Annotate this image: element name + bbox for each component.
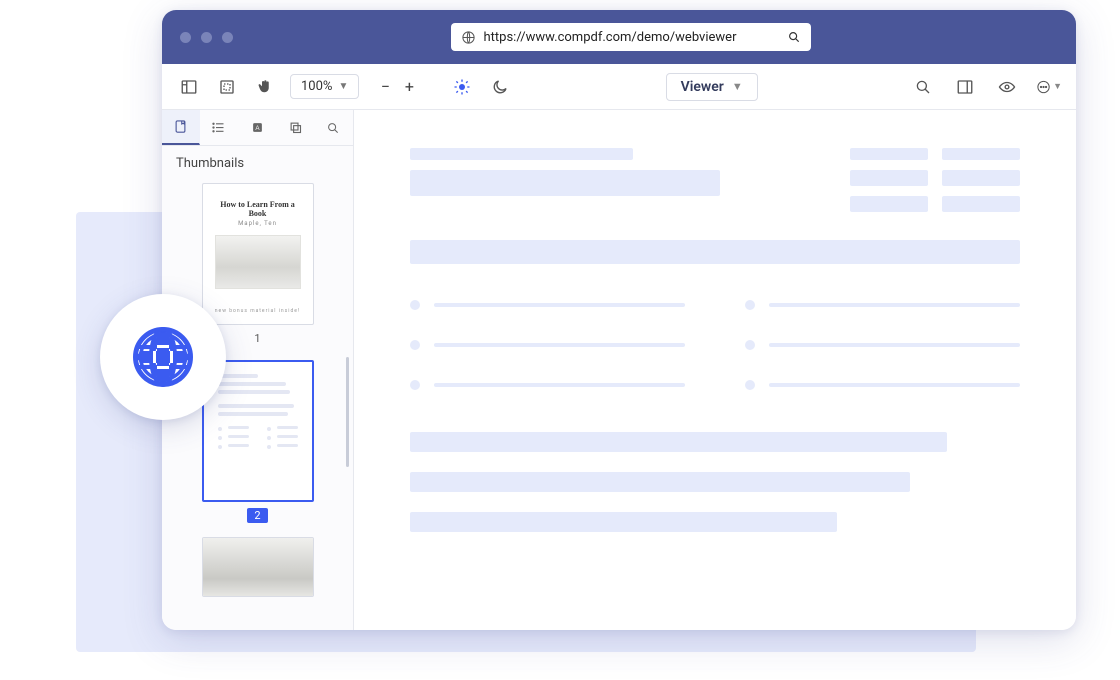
window-close-dot[interactable] (180, 32, 191, 43)
tab-layers[interactable] (277, 110, 315, 145)
thumbs-scrollbar[interactable] (346, 357, 349, 467)
web-globe-badge (100, 294, 226, 420)
panel-toggle-icon[interactable] (176, 74, 202, 100)
zoom-in-button[interactable]: + (399, 77, 419, 96)
search-icon[interactable] (787, 30, 801, 44)
page-number-1: 1 (247, 331, 267, 346)
document-viewport[interactable] (354, 110, 1076, 630)
fullscreen-icon[interactable] (214, 74, 240, 100)
zoom-value: 100% (301, 79, 332, 94)
chevron-down-icon: ▼ (1053, 81, 1062, 92)
document-page (354, 110, 1076, 630)
tab-thumbnails[interactable] (162, 110, 200, 145)
light-mode-icon[interactable] (449, 74, 475, 100)
panel-title: Thumbnails (162, 146, 353, 177)
side-tabs: A (162, 110, 353, 146)
eye-icon[interactable] (994, 74, 1020, 100)
more-icon[interactable]: ▼ (1036, 74, 1062, 100)
search-icon[interactable] (910, 74, 936, 100)
tab-search[interactable] (315, 110, 353, 145)
tab-outline[interactable] (200, 110, 238, 145)
tab-annotations[interactable]: A (238, 110, 276, 145)
thumb-title: How to Learn From a Book (211, 200, 305, 218)
main-area: A Thumbnails How to Learn From a Book Ma… (162, 110, 1076, 630)
addressbar[interactable]: https://www.compdf.com/demo/webviewer (451, 23, 811, 51)
browser-window: https://www.compdf.com/demo/webviewer 10… (162, 10, 1076, 630)
thumb-footer: new bonus material inside! (215, 308, 300, 314)
dark-mode-icon[interactable] (487, 74, 513, 100)
chevron-down-icon: ▼ (338, 81, 348, 92)
thumbnail-page-3[interactable] (202, 537, 314, 597)
window-maximize-dot[interactable] (222, 32, 233, 43)
globe-icon (461, 30, 476, 45)
window-controls (180, 32, 233, 43)
zoom-select[interactable]: 100% ▼ (290, 74, 359, 99)
globe-icon (130, 324, 196, 390)
chevron-down-icon: ▼ (732, 80, 743, 93)
right-panel-icon[interactable] (952, 74, 978, 100)
window-minimize-dot[interactable] (201, 32, 212, 43)
titlebar: https://www.compdf.com/demo/webviewer (162, 10, 1076, 64)
pan-hand-icon[interactable] (252, 74, 278, 100)
thumb-subtitle: Maple, Ten (238, 220, 277, 227)
thumbnail-page-1[interactable]: How to Learn From a Book Maple, Ten new … (202, 183, 314, 325)
zoom-out-button[interactable]: − (375, 77, 395, 96)
page-number-2: 2 (247, 508, 267, 523)
mode-dropdown[interactable]: Viewer ▼ (666, 73, 758, 101)
thumb-image (215, 235, 301, 289)
url-text: https://www.compdf.com/demo/webviewer (484, 30, 779, 45)
mode-label: Viewer (681, 79, 724, 95)
toolbar: 100% ▼ − + Viewer ▼ (162, 64, 1076, 110)
